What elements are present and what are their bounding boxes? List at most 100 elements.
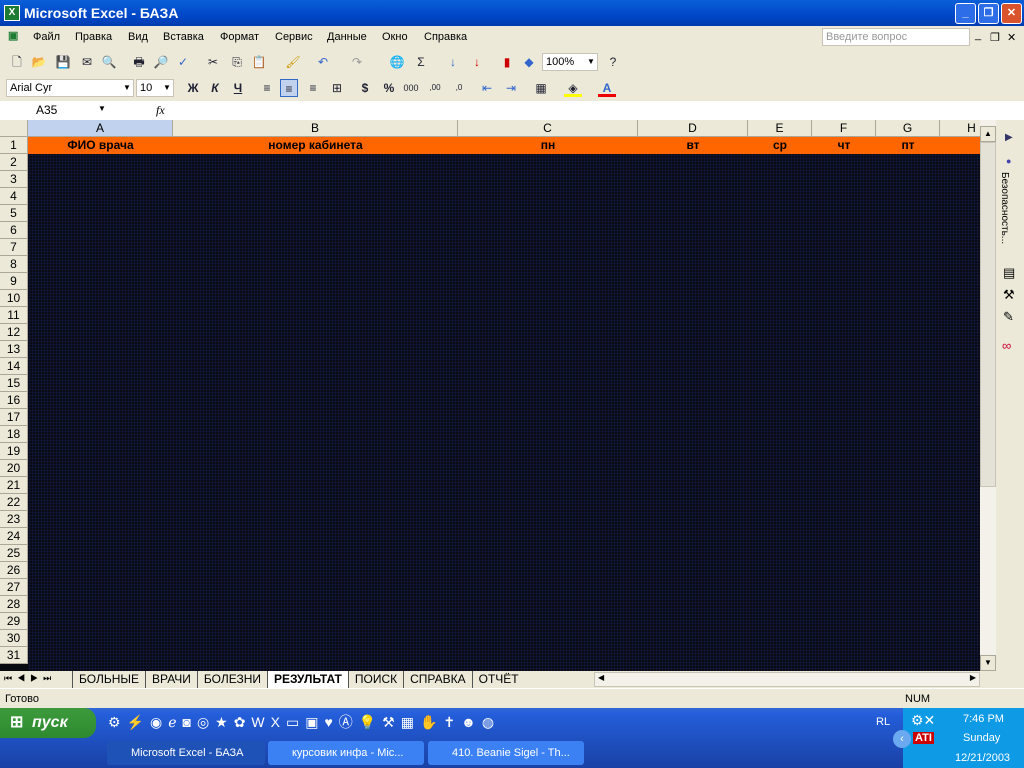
open-icon[interactable]: 📂 <box>30 53 48 71</box>
chart-wizard-icon[interactable]: ▮ <box>498 53 516 71</box>
doc-close-icon[interactable]: ✕ <box>1007 31 1016 44</box>
align-right-icon[interactable]: ≡ <box>304 79 322 97</box>
menu-edit[interactable]: Правка <box>75 31 112 43</box>
select-all-corner[interactable] <box>0 120 28 137</box>
menu-insert[interactable]: Вставка <box>163 31 204 43</box>
menu-view[interactable]: Вид <box>128 31 148 43</box>
font-color-icon[interactable]: A <box>598 79 616 97</box>
new-icon[interactable]: 🗋 <box>8 53 26 71</box>
cell-b1[interactable]: номер кабинета <box>173 137 458 154</box>
bold-button[interactable]: Ж <box>184 79 202 97</box>
scroll-thumb[interactable] <box>980 142 996 487</box>
zoom-select[interactable]: 100% ▼ <box>542 53 598 71</box>
doc-restore-icon[interactable]: ❐ <box>990 31 1000 44</box>
help-search-input[interactable]: Введите вопрос <box>822 28 970 46</box>
drawing-icon[interactable]: ◆ <box>520 53 538 71</box>
research-icon[interactable]: ▤ <box>1003 265 1015 281</box>
save-icon[interactable]: 💾 <box>54 53 72 71</box>
cell-h1[interactable] <box>940 137 980 154</box>
menu-format[interactable]: Формат <box>220 31 259 43</box>
row-header[interactable]: 24 <box>0 528 28 545</box>
print-preview-icon[interactable]: 🔎 <box>152 53 170 71</box>
chevron-down-icon[interactable]: ▼ <box>585 54 597 70</box>
row-header[interactable]: 1 <box>0 137 28 154</box>
align-center-icon[interactable]: ≡ <box>280 79 298 97</box>
row-header[interactable]: 5 <box>0 205 28 222</box>
row-header[interactable]: 31 <box>0 647 28 664</box>
permission-icon[interactable]: ✉ <box>78 53 96 71</box>
row-header[interactable]: 23 <box>0 511 28 528</box>
cell-g1[interactable]: пт <box>876 137 940 154</box>
scroll-left-icon[interactable]: ◀ <box>598 673 604 682</box>
undo-icon[interactable]: ↶ <box>314 53 332 71</box>
row-header[interactable]: 9 <box>0 273 28 290</box>
row-header[interactable]: 28 <box>0 596 28 613</box>
row-header[interactable]: 4 <box>0 188 28 205</box>
security-label[interactable]: Безопасность... <box>999 172 1010 244</box>
row-header[interactable]: 22 <box>0 494 28 511</box>
sheet-tab[interactable]: ПОИСК <box>347 671 403 688</box>
merge-center-icon[interactable]: ⊞ <box>328 79 346 97</box>
column-header-d[interactable]: D <box>638 120 748 137</box>
increase-decimal-icon[interactable]: ,00 <box>426 79 444 97</box>
expand-icon[interactable]: ▶ <box>1005 132 1013 143</box>
sheet-tab[interactable]: СПРАВКА <box>403 671 472 688</box>
row-header[interactable]: 20 <box>0 460 28 477</box>
row-header[interactable]: 16 <box>0 392 28 409</box>
row-header[interactable]: 12 <box>0 324 28 341</box>
scroll-down-icon[interactable]: ▼ <box>980 655 996 671</box>
row-header[interactable]: 3 <box>0 171 28 188</box>
chevron-down-icon[interactable]: ▼ <box>121 80 133 96</box>
font-select[interactable]: Arial Cyr ▼ <box>6 79 134 97</box>
vertical-scrollbar[interactable]: ▲ ▼ <box>980 120 996 671</box>
help-icon[interactable]: ? <box>604 53 622 71</box>
format-painter-icon[interactable]: 🖌 <box>284 53 302 71</box>
cell-e1[interactable]: ср <box>748 137 812 154</box>
scroll-right-icon[interactable]: ▶ <box>970 673 976 682</box>
column-header-b[interactable]: B <box>173 120 458 137</box>
worksheet-grid[interactable]: A B C D E F G H ФИО врача номер кабинета… <box>0 120 980 671</box>
row-header[interactable]: 19 <box>0 443 28 460</box>
column-header-g[interactable]: G <box>876 120 940 137</box>
column-header-a[interactable]: A <box>28 120 173 137</box>
row-header[interactable]: 17 <box>0 409 28 426</box>
clock-time[interactable]: 7:46 PM <box>963 713 1004 725</box>
row-header[interactable]: 29 <box>0 613 28 630</box>
cut-icon[interactable]: ✂ <box>204 53 222 71</box>
sort-descending-icon[interactable]: ↓ <box>468 53 486 71</box>
copy-icon[interactable]: ⎘ <box>228 53 246 71</box>
decrease-indent-icon[interactable]: ⇤ <box>478 79 496 97</box>
decrease-decimal-icon[interactable]: ,0 <box>450 79 468 97</box>
row-header[interactable]: 30 <box>0 630 28 647</box>
percent-icon[interactable]: % <box>380 79 398 97</box>
sheet-tab[interactable]: РЕЗУЛЬТАТ <box>266 671 348 688</box>
hyperlink-icon[interactable]: 🌐 <box>388 53 406 71</box>
row-header[interactable]: 26 <box>0 562 28 579</box>
show-hidden-icons-button[interactable]: ‹ <box>893 730 911 748</box>
cell-a1[interactable]: ФИО врача <box>28 137 173 154</box>
chevron-down-icon[interactable]: ▼ <box>98 104 106 113</box>
menu-window[interactable]: Окно <box>382 31 408 43</box>
currency-icon[interactable]: $ <box>356 79 374 97</box>
paste-icon[interactable]: 📋 <box>250 53 268 71</box>
horizontal-scrollbar[interactable]: ◀ ▶ <box>594 672 980 687</box>
column-header-e[interactable]: E <box>748 120 812 137</box>
quick-launch[interactable]: ⚙⚡◉ℯ◙◎★✿WX▭▣♥Ⓐ💡⚒▦✋✝☻◍ <box>108 712 500 732</box>
close-button[interactable]: ✕ <box>1001 3 1022 24</box>
edit-icon[interactable]: ✎ <box>1003 309 1014 325</box>
sheet-tab[interactable]: БОЛЬНЫЕ <box>72 671 145 688</box>
row-header[interactable]: 25 <box>0 545 28 562</box>
row-header[interactable]: 14 <box>0 358 28 375</box>
language-indicator[interactable]: RL <box>876 716 890 728</box>
row-header[interactable]: 8 <box>0 256 28 273</box>
row-header[interactable]: 27 <box>0 579 28 596</box>
row-header[interactable]: 7 <box>0 239 28 256</box>
sheet-tab[interactable]: ВРАЧИ <box>144 671 197 688</box>
tab-scroll-buttons[interactable]: ⏮◀▶⏭ <box>4 673 56 684</box>
redo-icon[interactable]: ↷ <box>348 53 366 71</box>
workbook-icon[interactable]: ▣ <box>8 29 18 42</box>
search-icon[interactable]: 🔍 <box>100 53 118 71</box>
column-header-h[interactable]: H <box>940 120 980 137</box>
row-header[interactable]: 18 <box>0 426 28 443</box>
menu-tools[interactable]: Сервис <box>275 31 313 43</box>
